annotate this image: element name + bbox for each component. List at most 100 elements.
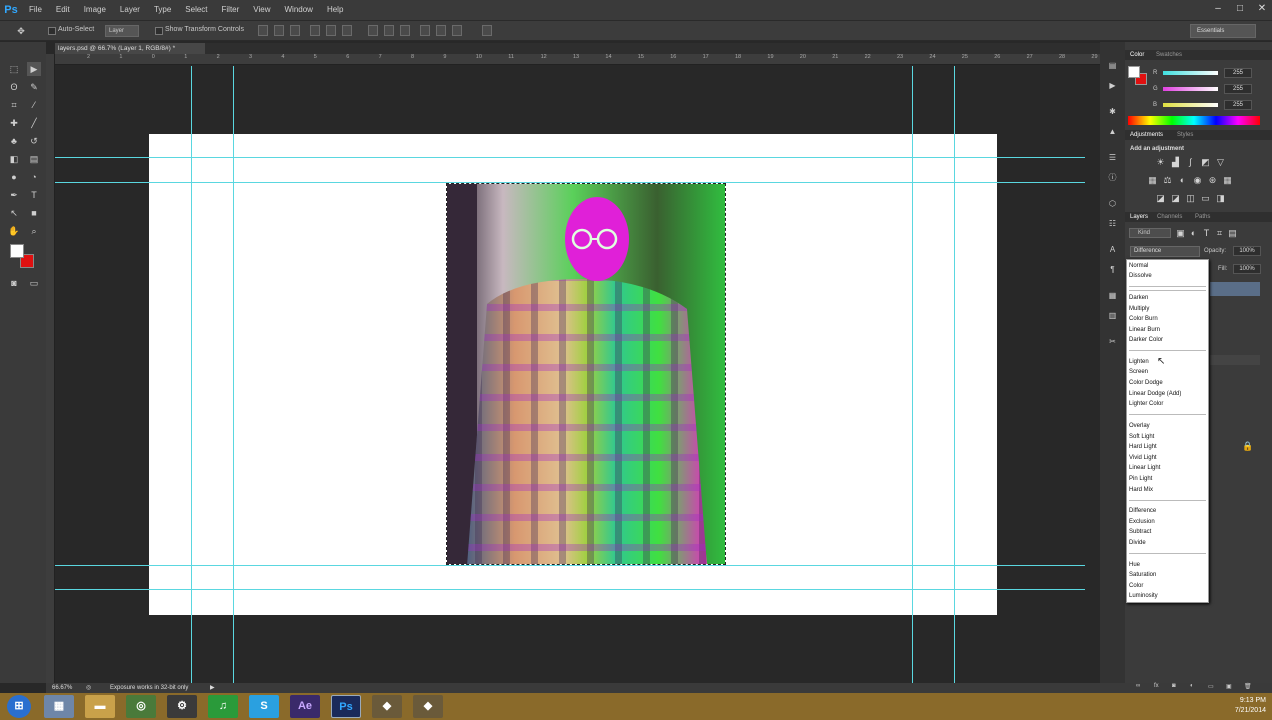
link-layers-icon[interactable]: ∞ bbox=[1136, 683, 1140, 689]
blend-mode-option[interactable]: Pin Light bbox=[1129, 474, 1152, 484]
exposure-icon[interactable]: ◩ bbox=[1200, 157, 1211, 167]
menu-select[interactable]: Select bbox=[178, 0, 214, 20]
layer-style-icon[interactable]: fx bbox=[1154, 683, 1159, 689]
channel-mixer-icon[interactable]: ⊛ bbox=[1207, 175, 1218, 185]
hand-tool-icon[interactable]: ✋ bbox=[7, 224, 21, 238]
delete-layer-icon[interactable]: 🗑 bbox=[1244, 683, 1252, 690]
filter-smart-icon[interactable]: ▤ bbox=[1227, 228, 1238, 238]
color-spectrum-bar[interactable] bbox=[1128, 116, 1260, 125]
guide-vertical[interactable] bbox=[191, 66, 192, 683]
blend-mode-option[interactable]: Linear Light bbox=[1129, 463, 1160, 473]
show-transform-checkbox[interactable] bbox=[155, 27, 163, 35]
selective-color-icon[interactable]: ◨ bbox=[1215, 193, 1226, 203]
zoom-level[interactable]: 66.67% bbox=[52, 683, 72, 693]
tab-layers[interactable]: Layers bbox=[1130, 212, 1148, 222]
screen-mode-icon[interactable]: ▭ bbox=[27, 276, 41, 290]
tab-adjustments[interactable]: Adjustments bbox=[1130, 130, 1163, 140]
blend-mode-option[interactable]: Darker Color bbox=[1129, 335, 1163, 345]
menu-layer[interactable]: Layer bbox=[113, 0, 147, 20]
filter-adjust-icon[interactable]: ◐ bbox=[1188, 228, 1199, 238]
distribute-vcenter-icon[interactable] bbox=[384, 25, 394, 36]
color-balance-icon[interactable]: ⚖ bbox=[1162, 175, 1173, 185]
blur-tool-icon[interactable]: ● bbox=[7, 170, 21, 184]
close-window-button[interactable]: ✕ bbox=[1252, 0, 1272, 18]
skype-icon[interactable]: S bbox=[249, 695, 279, 718]
menu-edit[interactable]: Edit bbox=[49, 0, 77, 20]
tab-styles[interactable]: Styles bbox=[1177, 130, 1193, 140]
opacity-value[interactable]: 100% bbox=[1233, 246, 1261, 256]
add-mask-icon[interactable]: ◙ bbox=[1172, 683, 1176, 689]
guide-vertical[interactable] bbox=[954, 66, 955, 683]
history-brush-icon[interactable]: ↺ bbox=[27, 134, 41, 148]
system-clock[interactable]: 9:13 PM 7/21/2014 bbox=[1206, 696, 1266, 716]
blend-mode-option[interactable]: Hard Light bbox=[1129, 442, 1157, 452]
clone-source-icon[interactable]: ▲ bbox=[1106, 126, 1119, 138]
menu-filter[interactable]: Filter bbox=[215, 0, 247, 20]
invert-icon[interactable]: ◪ bbox=[1155, 193, 1166, 203]
fill-value[interactable]: 100% bbox=[1233, 264, 1261, 274]
curves-icon[interactable]: ∫ bbox=[1185, 157, 1196, 167]
notes-icon[interactable]: ▥ bbox=[1106, 310, 1119, 322]
filter-pixel-icon[interactable]: ▣ bbox=[1175, 228, 1186, 238]
layer-comps-icon[interactable]: ☷ bbox=[1106, 218, 1119, 230]
blend-mode-option[interactable]: Color Burn bbox=[1129, 314, 1158, 324]
green-value[interactable]: 255 bbox=[1224, 84, 1252, 94]
red-value[interactable]: 255 bbox=[1224, 68, 1252, 78]
blend-mode-option[interactable]: Normal bbox=[1129, 261, 1148, 271]
spotify-icon[interactable]: ♫ bbox=[208, 695, 238, 718]
start-button-icon[interactable]: ⊞ bbox=[7, 695, 31, 718]
blend-mode-option[interactable]: Lighten bbox=[1129, 357, 1149, 367]
red-slider[interactable] bbox=[1163, 71, 1218, 75]
distribute-right-icon[interactable] bbox=[452, 25, 462, 36]
blend-mode-option[interactable]: Divide bbox=[1129, 538, 1146, 548]
ruler-top[interactable]: 2 1 0 1 2 3 4 5 6 7 8 9 10 11 12 13 14 15 16 17 18 19 20 21 22 23… bbox=[55, 54, 1100, 65]
lasso-tool-icon[interactable]: ʘ bbox=[7, 80, 21, 94]
green-slider[interactable] bbox=[1163, 87, 1218, 91]
auto-select-dropdown[interactable]: Layer bbox=[105, 25, 139, 37]
guide-horizontal[interactable] bbox=[55, 565, 1085, 566]
path-select-icon[interactable]: ↖ bbox=[7, 206, 21, 220]
blend-mode-option[interactable]: Lighter Color bbox=[1129, 399, 1163, 409]
blend-mode-option[interactable]: Hue bbox=[1129, 560, 1140, 570]
character-panel-icon[interactable]: A bbox=[1106, 244, 1119, 256]
dodge-tool-icon[interactable]: ◔ bbox=[27, 170, 41, 184]
guide-vertical[interactable] bbox=[233, 66, 234, 683]
properties-icon[interactable]: ☰ bbox=[1106, 152, 1119, 164]
photoshop-taskbar-icon[interactable]: Ps bbox=[331, 695, 361, 718]
blend-mode-option[interactable]: Overlay bbox=[1129, 421, 1150, 431]
after-effects-icon[interactable]: Ae bbox=[290, 695, 320, 718]
type-tool-icon[interactable]: T bbox=[27, 188, 41, 202]
rectangle-tool-icon[interactable]: ■ bbox=[27, 206, 41, 220]
marquee-tool-icon[interactable]: ⬚ bbox=[7, 62, 21, 76]
blend-mode-option[interactable]: Vivid Light bbox=[1129, 453, 1157, 463]
blend-mode-option[interactable]: Subtract bbox=[1129, 527, 1151, 537]
blend-mode-option[interactable]: Darken bbox=[1129, 293, 1148, 303]
auto-align-icon[interactable] bbox=[482, 25, 492, 36]
blend-mode-option[interactable]: Hard Mix bbox=[1129, 485, 1153, 495]
eraser-icon[interactable]: ◧ bbox=[7, 152, 21, 166]
tool-presets-icon[interactable]: ✂ bbox=[1106, 336, 1119, 348]
navigator-icon[interactable]: ⬡ bbox=[1106, 198, 1119, 210]
paragraph-panel-icon[interactable]: ¶ bbox=[1106, 264, 1119, 276]
guide-horizontal[interactable] bbox=[55, 182, 1085, 183]
tab-color[interactable]: Color bbox=[1130, 50, 1144, 60]
document-tab[interactable]: layers.psd @ 66.7% (Layer 1, RGB/8#) * bbox=[55, 43, 205, 54]
pen-tool-icon[interactable]: ✒ bbox=[7, 188, 21, 202]
eyedropper-icon[interactable]: ⁄ bbox=[27, 98, 41, 112]
align-bottom-icon[interactable] bbox=[290, 25, 300, 36]
brush-tool-icon[interactable]: ╱ bbox=[27, 116, 41, 130]
menu-help[interactable]: Help bbox=[320, 0, 350, 20]
minimize-button[interactable]: – bbox=[1208, 0, 1228, 18]
auto-select-checkbox[interactable] bbox=[48, 27, 56, 35]
blend-mode-option[interactable]: Dissolve bbox=[1129, 271, 1152, 281]
move-tool-icon[interactable]: ✥ bbox=[14, 24, 28, 38]
align-top-icon[interactable] bbox=[258, 25, 268, 36]
distribute-bottom-icon[interactable] bbox=[400, 25, 410, 36]
vibrance-icon[interactable]: ▽ bbox=[1215, 157, 1226, 167]
app-one-icon[interactable]: ◆ bbox=[372, 695, 402, 718]
steam-icon[interactable]: ⚙ bbox=[167, 695, 197, 718]
tab-channels[interactable]: Channels bbox=[1157, 212, 1182, 222]
photo-filter-icon[interactable]: ◉ bbox=[1192, 175, 1203, 185]
tab-paths[interactable]: Paths bbox=[1195, 212, 1210, 222]
menu-file[interactable]: File bbox=[22, 0, 49, 20]
